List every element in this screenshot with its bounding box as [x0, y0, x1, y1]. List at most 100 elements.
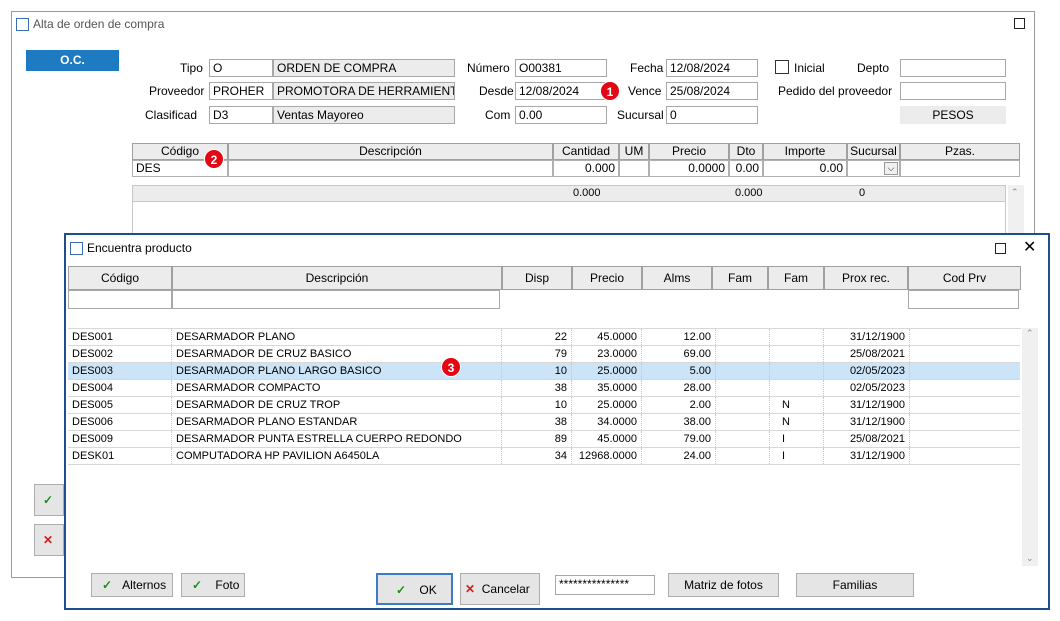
callout-badge-1: 1	[600, 81, 620, 101]
row-alms: 5.00	[642, 363, 716, 379]
entry-um[interactable]	[619, 160, 649, 177]
tipo-field[interactable]: O	[209, 59, 273, 77]
scroll-down-icon[interactable]: ⌄	[1026, 553, 1034, 564]
entry-dto[interactable]: 0.00	[729, 160, 763, 177]
maximize-button[interactable]	[1014, 18, 1025, 29]
product-row[interactable]: DES009 DESARMADOR PUNTA ESTRELLA CUERPO …	[68, 431, 1020, 448]
row-fam2	[770, 346, 824, 362]
row-descripcion: DESARMADOR PLANO ESTANDAR	[172, 414, 502, 430]
numero-field[interactable]: O00381	[515, 59, 607, 77]
col-importe[interactable]: Importe	[763, 143, 847, 160]
fecha-field[interactable]: 12/08/2024	[666, 59, 758, 77]
dcol-precio[interactable]: Precio	[572, 266, 642, 290]
row-fam1	[716, 431, 770, 447]
dialog-maximize-button[interactable]	[995, 243, 1006, 254]
col-pzas[interactable]: Pzas.	[900, 143, 1020, 160]
scroll-up-icon[interactable]: ⌃	[1011, 187, 1019, 198]
sucursal-field[interactable]: 0	[666, 106, 758, 124]
row-fam2: I	[770, 431, 824, 447]
product-row[interactable]: DES002 DESARMADOR DE CRUZ BASICO 79 23.0…	[68, 346, 1020, 363]
proveedor-desc: PROMOTORA DE HERRAMIENTAS	[273, 82, 455, 100]
dcol-codigo[interactable]: Código	[68, 266, 172, 290]
row-codigo: DES004	[68, 380, 172, 396]
filter-codigo-input[interactable]	[68, 290, 172, 309]
row-fam2	[770, 363, 824, 379]
dcol-cod-prv[interactable]: Cod Prv	[908, 266, 1021, 290]
foto-button[interactable]: ✓ Foto	[181, 573, 245, 597]
col-dto[interactable]: Dto	[729, 143, 763, 160]
row-alms: 12.00	[642, 329, 716, 345]
row-descripcion: DESARMADOR DE CRUZ TROP	[172, 397, 502, 413]
filter-cod-prv-input[interactable]	[908, 290, 1019, 309]
accept-button[interactable]: ✓	[34, 484, 64, 516]
col-sucursal[interactable]: Sucursal	[847, 143, 900, 160]
col-descripcion[interactable]: Descripción	[228, 143, 553, 160]
close-icon[interactable]: ✕	[1023, 237, 1036, 257]
col-precio[interactable]: Precio	[649, 143, 729, 160]
main-grid-scrollbar[interactable]: ⌃	[1008, 185, 1024, 235]
ok-button[interactable]: ✓ OK	[376, 573, 453, 605]
inicial-label: Inicial	[794, 61, 825, 75]
row-descripcion: DESARMADOR PUNTA ESTRELLA CUERPO REDONDO	[172, 431, 502, 447]
row-fam1	[716, 329, 770, 345]
row-alms: 38.00	[642, 414, 716, 430]
row-disp: 89	[502, 431, 572, 447]
entry-cantidad[interactable]: 0.000	[553, 160, 619, 177]
row-disp: 10	[502, 397, 572, 413]
cancel-button[interactable]: ✕	[34, 524, 64, 556]
product-row[interactable]: DES001 DESARMADOR PLANO 22 45.0000 12.00…	[68, 329, 1020, 346]
proveedor-label: Proveedor	[149, 84, 205, 98]
total-sucursal: 0	[859, 187, 866, 199]
entry-pzas[interactable]	[900, 160, 1020, 177]
cancelar-button[interactable]: ✕ Cancelar	[460, 573, 540, 605]
row-codigo: DES009	[68, 431, 172, 447]
inicial-checkbox[interactable]	[775, 60, 789, 74]
alternos-button[interactable]: ✓ Alternos	[91, 573, 173, 597]
desde-field[interactable]: 12/08/2024	[515, 82, 607, 100]
col-cantidad[interactable]: Cantidad	[553, 143, 619, 160]
clasificad-field[interactable]: D3	[209, 106, 273, 124]
row-prox: 02/05/2023	[824, 363, 910, 379]
dcol-descripcion[interactable]: Descripción	[172, 266, 502, 290]
entry-sucursal-select[interactable]: ⌵	[847, 160, 900, 177]
product-row-selected[interactable]: DES003 DESARMADOR PLANO LARGO BASICO 10 …	[68, 363, 1020, 380]
clasificad-label: Clasificad	[145, 108, 198, 122]
order-grid: Código Descripción Cantidad UM Precio Dt…	[132, 143, 1020, 183]
row-disp: 34	[502, 448, 572, 464]
dcol-fam1[interactable]: Fam	[712, 266, 768, 290]
row-codigo: DES003	[68, 363, 172, 379]
com-field[interactable]: 0.00	[515, 106, 607, 124]
proveedor-field[interactable]: PROHER	[209, 82, 273, 100]
oc-tab[interactable]: O.C.	[26, 50, 119, 71]
chevron-down-icon[interactable]: ⌵	[884, 162, 898, 175]
dcol-fam2[interactable]: Fam	[768, 266, 824, 290]
row-prox: 31/12/1900	[824, 397, 910, 413]
total-cantidad: 0.000	[573, 187, 601, 199]
vence-field[interactable]: 25/08/2024	[666, 82, 758, 100]
entry-importe: 0.00	[763, 160, 847, 177]
row-fam1	[716, 346, 770, 362]
dialog-title: Encuentra producto	[87, 241, 192, 255]
matriz-fotos-button[interactable]: Matriz de fotos	[668, 573, 779, 597]
entry-precio[interactable]: 0.0000	[649, 160, 729, 177]
dcol-alms[interactable]: Alms	[642, 266, 712, 290]
dcol-prox-rec[interactable]: Prox rec.	[824, 266, 908, 290]
product-row[interactable]: DESK01 COMPUTADORA HP PAVILION A6450LA 3…	[68, 448, 1020, 465]
familias-button[interactable]: Familias	[796, 573, 914, 597]
product-row[interactable]: DES006 DESARMADOR PLANO ESTANDAR 38 34.0…	[68, 414, 1020, 431]
totals-row: 0.000 0.000 0	[132, 185, 1006, 202]
col-um[interactable]: UM	[619, 143, 649, 160]
pedido-field[interactable]	[900, 82, 1006, 100]
scroll-up-icon[interactable]: ⌃	[1026, 328, 1034, 339]
row-alms: 28.00	[642, 380, 716, 396]
dcol-disp[interactable]: Disp	[502, 266, 572, 290]
filter-descripcion-input[interactable]	[172, 290, 500, 309]
row-prox: 31/12/1900	[824, 329, 910, 345]
depto-field[interactable]	[900, 59, 1006, 77]
product-row[interactable]: DES005 DESARMADOR DE CRUZ TROP 10 25.000…	[68, 397, 1020, 414]
password-field[interactable]: ***************	[555, 575, 655, 595]
sucursal-label: Sucursal	[617, 108, 664, 122]
product-list-scrollbar[interactable]: ⌃ ⌄	[1022, 328, 1038, 566]
dialog-window-icon	[70, 242, 83, 255]
product-row[interactable]: DES004 DESARMADOR COMPACTO 38 35.0000 28…	[68, 380, 1020, 397]
